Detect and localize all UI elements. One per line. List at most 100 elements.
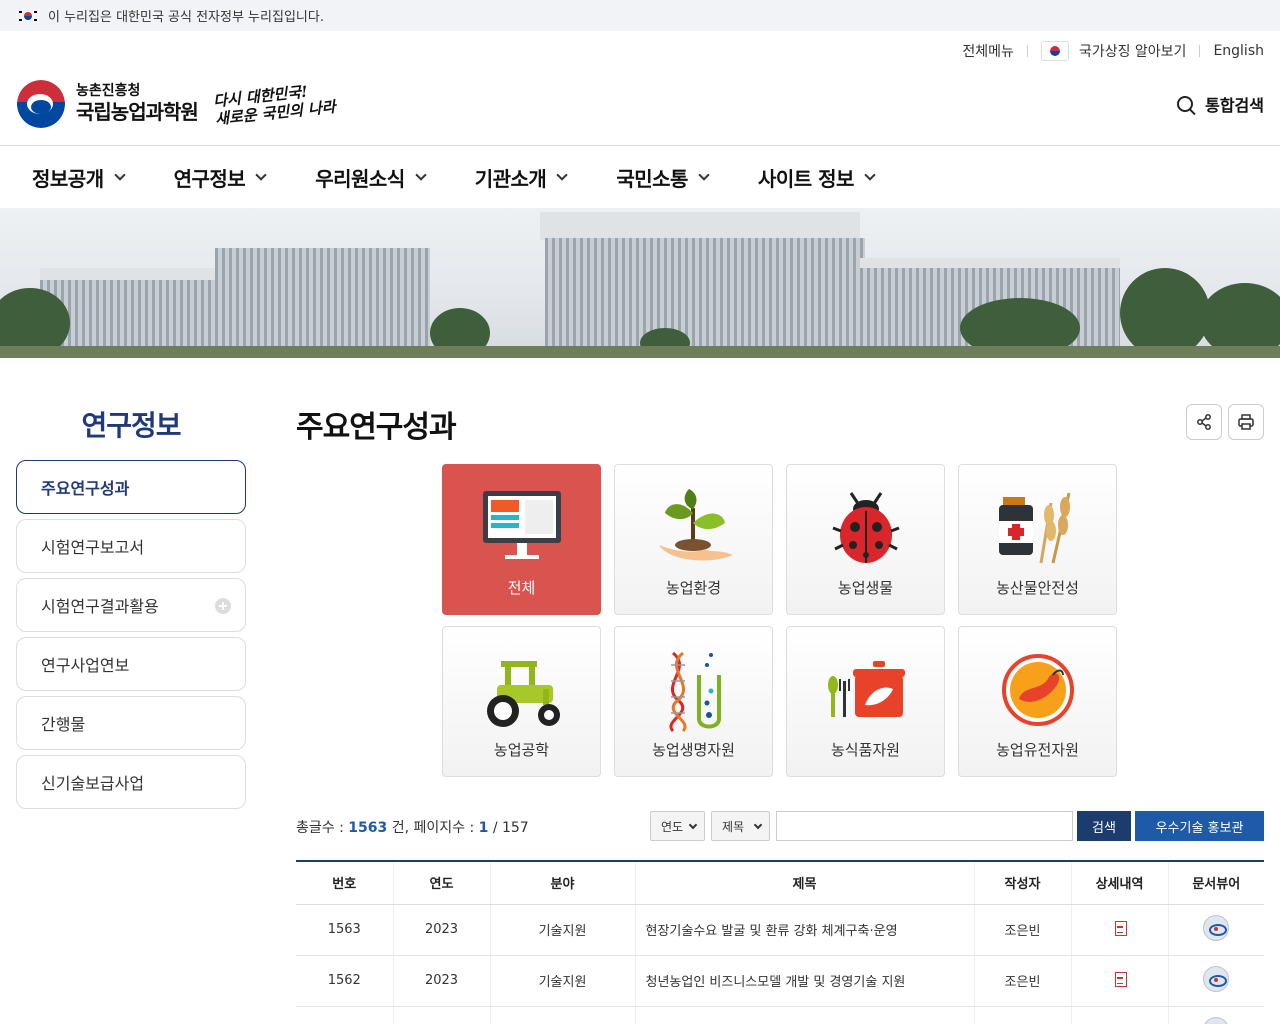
all-menu-link[interactable]: 전체메뉴 [962,41,1014,61]
english-link[interactable]: English [1213,43,1264,59]
slogan: 다시 대한민국! 새로운 국민의 나라 [212,80,336,129]
monitor-icon [482,491,561,559]
sidebar-item-key-results[interactable]: 주요연구성과 [16,460,246,514]
cell-no: 1563 [296,904,393,956]
category-genetic-resources[interactable]: 농업유전자원 [958,626,1117,777]
sidebar-item-new-tech[interactable]: 신기술보급사업 [16,755,246,809]
print-icon [1238,414,1254,430]
nav-item-about[interactable]: 기관소개 [474,163,568,192]
col-header-detail: 상세내역 [1070,861,1168,905]
print-button[interactable] [1228,404,1264,440]
nav-label: 정보공개 [32,166,104,191]
tractor-icon [486,661,560,727]
category-label: 농식품자원 [830,741,900,759]
search-icon [1177,96,1194,112]
cell-detail [1070,904,1168,956]
col-header-year: 연도 [392,861,490,905]
category-bio-resources[interactable]: 농업생명자원 [614,626,773,777]
category-agri-biology[interactable]: 농업생물 [786,464,945,615]
share-icon [1197,414,1211,430]
nav-item-site-info[interactable]: 사이트 정보 [758,163,876,192]
expand-plus-icon[interactable] [215,598,231,614]
field-select[interactable]: 제목 [711,811,770,841]
category-agri-engineering[interactable]: 농업공학 [442,626,601,777]
pdf-icon[interactable] [1113,971,1127,987]
search-button[interactable]: 검색 [1077,811,1131,841]
cell-year: 2023 [392,955,490,1007]
col-header-viewer: 문서뷰어 [1167,861,1264,905]
cell-viewer [1167,904,1264,956]
cell-detail [1070,955,1168,1007]
table-row [296,1006,1264,1024]
chevron-down-icon [753,820,763,830]
korea-flag-icon [18,9,38,23]
national-symbol-link[interactable]: 국가상징 알아보기 [1079,41,1187,61]
category-agri-environment[interactable]: 농업환경 [614,464,773,615]
gov-banner-text: 이 누리집은 대한민국 공식 전자정부 누리집입니다. [48,10,324,25]
current-page: 1 [478,820,489,836]
share-button[interactable] [1186,404,1222,440]
document-viewer-icon[interactable] [1203,965,1230,992]
cell-title[interactable]: 청년농업인 비즈니스모델 개발 및 경영기술 지원 [634,955,974,1007]
category-label: 농산물안전성 [996,579,1079,597]
nav-label: 국민소통 [616,166,688,191]
chevron-down-icon [864,168,876,181]
chevron-down-icon [255,168,267,181]
category-grid: 전체 농업환경 농업생물 농산물안전성 농업공학 농업생명자원 농식품자원 농업… [442,464,1122,777]
page-title: 주요연구성과 [296,410,457,445]
field-select-value: 제목 [722,819,745,834]
total-count: 1563 [348,820,388,836]
category-label: 농업생명자원 [652,741,735,759]
hero-banner-image [0,208,1280,358]
col-header-field: 분야 [489,861,635,905]
year-select-value: 연도 [661,819,684,834]
national-flag-icon [1040,41,1069,61]
cell-year: 2023 [392,904,490,956]
nav-label: 우리원소식 [315,166,405,191]
nav-item-research-info[interactable]: 연구정보 [173,163,267,192]
medicine-wheat-icon [998,492,1070,564]
sidebar-item-results-utilization[interactable]: 시험연구결과활용 [16,578,246,632]
cell-title[interactable]: 현장기술수요 발굴 및 환류 강화 체계구축·운영 [634,904,974,956]
category-label: 농업환경 [665,579,722,597]
sidebar-item-publications[interactable]: 간행물 [16,696,246,750]
chevron-down-icon [415,168,427,181]
category-label: 전체 [507,579,536,597]
nav-label: 기관소개 [474,166,547,191]
sidebar-item-annual-report[interactable]: 연구사업연보 [16,637,246,691]
total-search-button[interactable]: 통합검색 [1177,92,1264,116]
category-food-resources[interactable]: 농식품자원 [786,626,945,777]
promo-hall-button[interactable]: 우수기술 홍보관 [1135,811,1264,841]
year-select[interactable]: 연도 [650,811,705,841]
seed-circle-icon [1001,654,1074,726]
nav-label: 연구정보 [173,166,246,191]
cell-viewer [1167,1006,1264,1024]
gov-banner: 이 누리집은 대한민국 공식 전자정부 누리집입니다. [0,0,1280,31]
site-logo[interactable]: 농촌진흥청 국립농업과학원 다시 대한민국! 새로운 국민의 나라 [17,80,336,129]
ladybug-icon [831,492,900,563]
category-all[interactable]: 전체 [442,464,601,615]
pages-label: 페이지수 : [413,820,475,836]
main-nav: 정보공개 연구정보 우리원소식 기관소개 국민소통 사이트 정보 [0,145,1280,208]
dna-testtube-icon [668,651,721,733]
pdf-icon[interactable] [1113,920,1127,936]
cell-author: 조은빈 [973,904,1071,956]
nav-item-info-disclosure[interactable]: 정보공개 [32,163,126,192]
category-label: 농업생물 [837,579,894,597]
total-pages: / 157 [492,820,529,836]
sidebar-item-label: 시험연구결과활용 [41,597,159,616]
search-input[interactable] [776,811,1073,841]
category-produce-safety[interactable]: 농산물안전성 [958,464,1117,615]
category-label: 농업공학 [493,741,550,759]
sidebar-item-research-reports[interactable]: 시험연구보고서 [16,519,246,573]
sprout-icon [658,489,733,561]
document-viewer-icon[interactable] [1203,1016,1230,1024]
divider [1026,45,1028,57]
document-viewer-icon[interactable] [1203,914,1230,941]
nav-item-communication[interactable]: 국민소통 [616,163,710,192]
col-header-title: 제목 [634,861,974,905]
table-header-row: 번호 연도 분야 제목 작성자 상세내역 문서뷰어 [296,861,1264,905]
nav-item-news[interactable]: 우리원소식 [315,163,427,192]
lnb-title: 연구정보 [81,409,181,442]
results-table: 번호 연도 분야 제목 작성자 상세내역 문서뷰어 1563 2023 기술지원… [296,860,1264,1024]
